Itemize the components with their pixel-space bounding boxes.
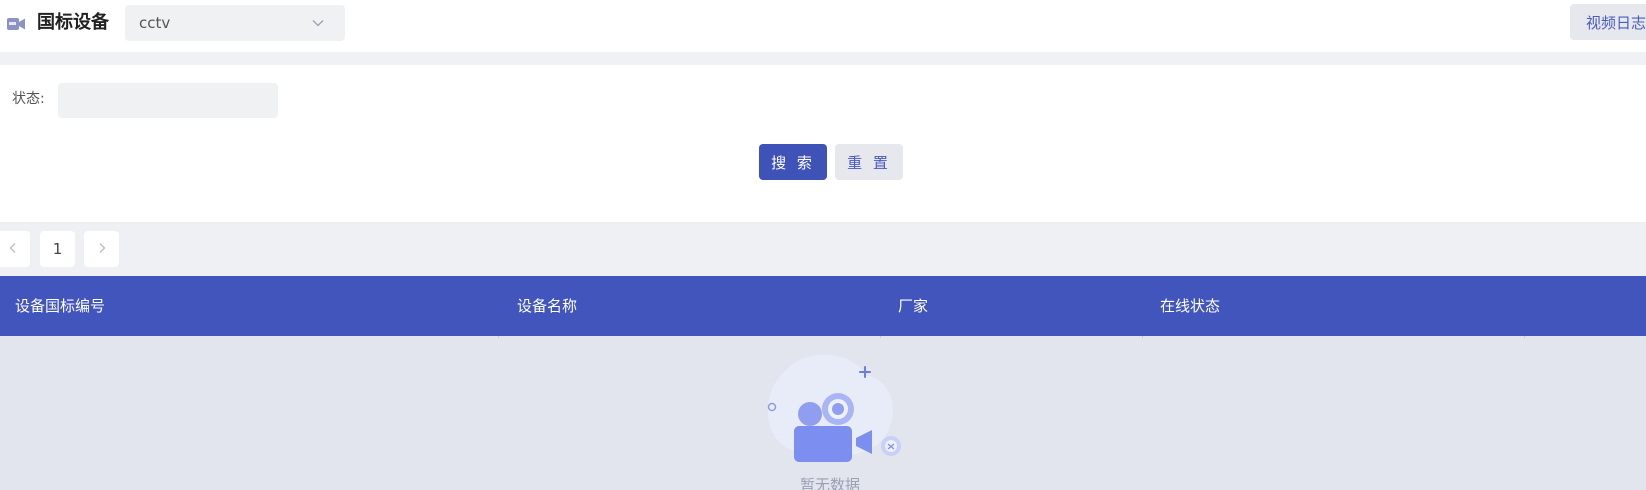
video-log-button[interactable]: 视频日志 xyxy=(1570,4,1646,40)
page-title: 国标设备 xyxy=(37,12,109,33)
next-page-button[interactable] xyxy=(84,231,119,267)
column-header-device-name[interactable]: 设备名称 xyxy=(517,296,577,316)
reset-button[interactable]: 重 置 xyxy=(835,144,903,180)
column-header-device-code[interactable]: 设备国标编号 xyxy=(15,296,105,316)
chevron-down-icon xyxy=(311,16,325,30)
chevron-right-icon xyxy=(96,240,108,258)
page-number-button[interactable]: 1 xyxy=(40,231,75,267)
pagination-bar xyxy=(0,222,1646,276)
column-header-manufacturer[interactable]: 厂家 xyxy=(898,296,928,316)
header-divider xyxy=(0,52,1646,65)
chevron-left-icon xyxy=(7,240,19,258)
column-header-online-status[interactable]: 在线状态 xyxy=(1160,296,1220,316)
empty-state-illustration xyxy=(756,350,906,470)
platform-select-value: cctv xyxy=(139,14,171,32)
top-header: 国标设备 cctv 视频日志 xyxy=(0,0,1646,52)
table-header: 设备国标编号 设备名称 厂家 在线状态 xyxy=(0,276,1646,336)
column-divider xyxy=(1524,336,1525,338)
platform-select[interactable]: cctv xyxy=(125,5,345,41)
column-divider xyxy=(498,336,499,338)
status-input[interactable] xyxy=(58,83,278,118)
search-button[interactable]: 搜 索 xyxy=(759,144,827,180)
empty-state-text: 暂无数据 xyxy=(800,476,861,490)
column-divider xyxy=(880,336,881,338)
column-divider xyxy=(1142,336,1143,338)
prev-page-button[interactable] xyxy=(0,231,30,267)
camera-icon xyxy=(7,16,26,30)
status-label: 状态: xyxy=(12,91,45,107)
